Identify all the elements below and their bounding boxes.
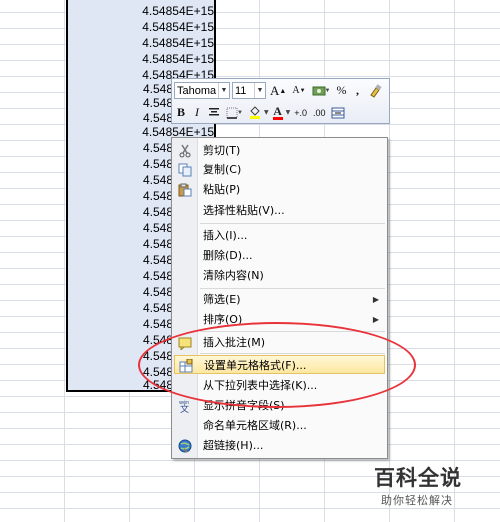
paste-icon xyxy=(177,182,193,197)
cell-value[interactable]: 4.54854E+15 xyxy=(72,20,216,35)
font-name-combo[interactable]: Tahoma ▼ xyxy=(174,82,230,99)
accounting-format-button[interactable]: ▼ xyxy=(310,82,333,99)
percent-button[interactable]: % xyxy=(334,82,348,99)
menu-item-clear-contents[interactable]: 清除内容(N) xyxy=(174,266,385,285)
watermark-title: 百科全说 xyxy=(374,466,462,490)
hyperlink-icon xyxy=(177,438,193,453)
merge-center-button[interactable] xyxy=(329,104,347,121)
fill-color-swatch xyxy=(249,116,260,119)
chevron-down-icon[interactable]: ▼ xyxy=(237,110,243,116)
menu-item-paste-special[interactable]: 选择性粘贴(V)... xyxy=(174,201,385,220)
menu-item-paste[interactable]: 粘贴(P) xyxy=(174,180,385,199)
format-painter-button[interactable] xyxy=(366,82,384,99)
font-color-swatch xyxy=(272,116,283,120)
menu-item-delete[interactable]: 删除(D)... xyxy=(174,246,385,265)
chevron-down-icon[interactable]: ▼ xyxy=(218,83,229,98)
font-size-combo[interactable]: 11 ▼ xyxy=(232,82,266,99)
shrink-font-button[interactable]: A ▼ xyxy=(290,82,307,99)
phonetic-icon: wén 文 xyxy=(177,398,193,413)
menu-separator xyxy=(200,288,385,289)
cell-value[interactable]: 4.54854E+15 xyxy=(72,52,216,67)
borders-button[interactable]: ▼ xyxy=(224,104,245,121)
menu-item-insert[interactable]: 插入(I)... xyxy=(174,226,385,245)
comma-style-button[interactable]: , xyxy=(350,82,364,99)
decrease-decimal-button[interactable]: .00 xyxy=(311,104,328,121)
submenu-arrow-icon: ▶ xyxy=(372,315,379,324)
context-menu: 剪切(T) 复制(C) 粘贴(P) 选择性粘贴(V)... 插入(I)... 删… xyxy=(171,137,388,459)
font-size-value: 11 xyxy=(235,84,247,97)
increase-decimal-button[interactable]: +.0 xyxy=(292,104,309,121)
menu-item-cut[interactable]: 剪切(T) xyxy=(174,141,385,160)
chevron-down-icon[interactable]: ▼ xyxy=(264,109,269,116)
paint-bucket-icon xyxy=(250,106,260,116)
mini-toolbar: Tahoma ▼ 11 ▼ A ▲ A ▼ ▼ % , B I ▼ ▼ A ▼ … xyxy=(171,78,390,124)
font-name-value: Tahoma xyxy=(177,84,217,97)
grow-font-button[interactable]: A ▲ xyxy=(268,82,288,99)
fill-color-button[interactable] xyxy=(247,104,263,121)
chevron-down-icon[interactable]: ▼ xyxy=(286,109,291,116)
highlight-annotation-oval xyxy=(138,322,416,408)
menu-item-filter[interactable]: 筛选(E) ▶ xyxy=(174,290,385,309)
format-painter-icon xyxy=(370,83,383,98)
italic-button[interactable]: I xyxy=(190,104,204,121)
copy-icon xyxy=(177,162,193,177)
svg-text:文: 文 xyxy=(180,403,189,413)
cell-value[interactable]: 4.54854E+15 xyxy=(72,4,216,19)
scissors-icon xyxy=(177,143,193,158)
chevron-down-icon[interactable]: ▼ xyxy=(254,83,265,98)
submenu-arrow-icon: ▶ xyxy=(372,295,379,304)
currency-icon xyxy=(312,86,326,95)
cell-value[interactable]: 4.54854E+15 xyxy=(72,36,216,51)
watermark-subtitle: 助你轻松解决 xyxy=(381,494,453,507)
menu-item-hyperlink[interactable]: 超链接(H)... xyxy=(174,436,385,455)
center-align-button[interactable] xyxy=(206,104,222,121)
menu-item-define-name[interactable]: 命名单元格区域(R)... xyxy=(174,416,385,435)
menu-item-copy[interactable]: 复制(C) xyxy=(174,160,385,179)
bold-button[interactable]: B xyxy=(174,104,188,121)
merge-cells-icon xyxy=(331,107,345,118)
chevron-down-icon[interactable]: ▼ xyxy=(325,88,331,94)
font-color-button[interactable]: A xyxy=(271,104,285,121)
menu-separator xyxy=(200,223,385,224)
align-center-icon xyxy=(209,108,219,116)
